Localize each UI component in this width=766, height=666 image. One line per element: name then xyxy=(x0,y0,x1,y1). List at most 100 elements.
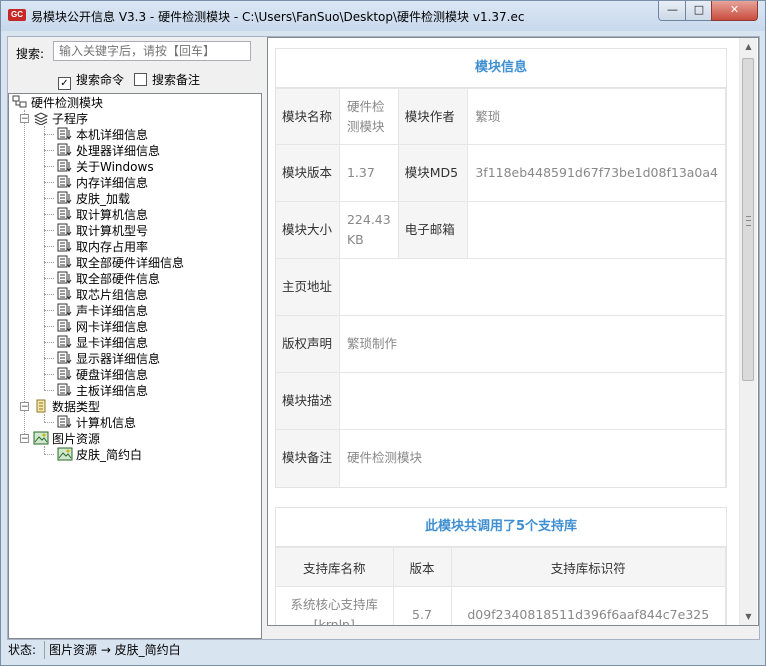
client-area: 搜索: ✓ 搜索命令 搜索备注 硬件检测模块 − 子程序 本机详细信息处理器详细信… xyxy=(7,36,760,640)
libraries-card: 此模块共调用了5个支持库 支持库名称 版本 支持库标识符 系统核心支持库 [kr… xyxy=(275,507,727,625)
tree-item[interactable]: 硬盘详细信息 xyxy=(57,367,148,383)
tree-item[interactable]: 取内存占用率 xyxy=(57,239,148,255)
tree-item-label: 皮肤_简约白 xyxy=(76,448,143,462)
vertical-scrollbar[interactable]: ▲ ▼ xyxy=(739,38,757,625)
tree-group-images[interactable]: 图片资源 xyxy=(33,431,100,447)
label-homepage: 主页地址 xyxy=(276,258,340,316)
tree-item[interactable]: 显卡详细信息 xyxy=(57,335,148,351)
tree-connector xyxy=(44,390,54,391)
libraries-title: 此模块共调用了5个支持库 xyxy=(276,508,726,547)
tree-item[interactable]: 显示器详细信息 xyxy=(57,351,160,367)
tree-connector xyxy=(44,454,54,455)
tree-connector xyxy=(44,150,54,151)
tree-connector xyxy=(44,294,54,295)
tree-item[interactable]: 声卡详细信息 xyxy=(57,303,148,319)
label-note: 模块备注 xyxy=(276,429,340,487)
search-notes-checkbox[interactable]: 搜索备注 xyxy=(134,73,200,87)
tree-item-label: 硬盘详细信息 xyxy=(76,368,149,382)
command-icon xyxy=(57,143,73,157)
tree-root-label: 硬件检测模块 xyxy=(31,96,104,110)
image-icon xyxy=(33,431,49,445)
tree-item-label: 声卡详细信息 xyxy=(76,304,149,318)
tree-item-label: 网卡详细信息 xyxy=(76,320,149,334)
tree-item[interactable]: 取计算机型号 xyxy=(57,223,148,239)
tree-item-label: 内存详细信息 xyxy=(76,176,149,190)
command-icon xyxy=(57,223,73,237)
tree-item-label: 取计算机信息 xyxy=(76,208,149,222)
command-icon xyxy=(57,335,73,349)
checkbox-unchecked-icon xyxy=(134,73,147,86)
scroll-down-arrow-icon[interactable]: ▼ xyxy=(740,608,757,625)
module-tree[interactable]: 硬件检测模块 − 子程序 本机详细信息 处理器详细信息 关于Windows 内存详细信… xyxy=(8,93,262,639)
collapse-images-toggle[interactable]: − xyxy=(20,434,29,444)
scroll-up-arrow-icon[interactable]: ▲ xyxy=(740,38,757,55)
tree-item[interactable]: 网卡详细信息 xyxy=(57,319,148,335)
label-copyright: 版权声明 xyxy=(276,315,340,373)
command-icon xyxy=(57,255,73,269)
label-module-name: 模块名称 xyxy=(276,88,340,145)
tree-item-label: 皮肤_加载 xyxy=(76,192,131,206)
command-icon xyxy=(57,383,73,397)
tree-group-datatypes[interactable]: 数据类型 xyxy=(33,399,100,415)
tree-connector xyxy=(44,230,54,231)
value-email xyxy=(467,201,726,259)
tree-item[interactable]: 取全部硬件详细信息 xyxy=(57,255,184,271)
status-label: 状态: xyxy=(8,643,37,657)
label-module-author: 模块作者 xyxy=(398,88,469,145)
scrollbar-thumb[interactable] xyxy=(742,58,754,381)
image-icon xyxy=(57,447,73,461)
tree-item-label: 取全部硬件详细信息 xyxy=(76,256,185,270)
command-icon xyxy=(57,415,73,429)
label-module-version: 模块版本 xyxy=(276,144,340,202)
status-value: 图片资源 → 皮肤_简约白 xyxy=(44,641,181,659)
collapse-datatypes-toggle[interactable]: − xyxy=(20,402,29,412)
collapse-subroutines-toggle[interactable]: − xyxy=(20,114,29,124)
close-button[interactable]: ✕ xyxy=(711,1,758,21)
command-icon xyxy=(57,367,73,381)
minimize-button[interactable]: — xyxy=(658,1,687,21)
search-label: 搜索: xyxy=(16,47,45,61)
maximize-button[interactable]: □ xyxy=(685,1,713,21)
tree-item-label: 取全部硬件信息 xyxy=(76,272,161,286)
value-module-author: 繁琐 xyxy=(467,88,726,145)
search-commands-checkbox[interactable]: ✓ 搜索命令 xyxy=(58,73,124,90)
search-notes-label: 搜索备注 xyxy=(152,73,201,87)
tree-connector xyxy=(44,310,54,311)
tree-item[interactable]: 取计算机信息 xyxy=(57,207,148,223)
tree-item[interactable]: 皮肤_简约白 xyxy=(57,447,142,463)
tree-item[interactable]: 主板详细信息 xyxy=(57,383,148,399)
tree-connector xyxy=(44,358,54,359)
command-icon xyxy=(57,351,73,365)
tree-item[interactable]: 取全部硬件信息 xyxy=(57,271,160,287)
command-icon xyxy=(57,175,73,189)
module-info-card: 模块信息 模块名称 硬件检测模块 模块作者 繁琐 模块版本 1.37 模块MD5… xyxy=(275,48,727,488)
tree-connector xyxy=(24,110,25,438)
detail-pane[interactable]: 模块信息 模块名称 硬件检测模块 模块作者 繁琐 模块版本 1.37 模块MD5… xyxy=(267,37,759,626)
tree-connector xyxy=(44,214,54,215)
tree-item-label: 显卡详细信息 xyxy=(76,336,149,350)
tree-connector xyxy=(44,374,54,375)
tree-item[interactable]: 计算机信息 xyxy=(57,415,136,431)
command-icon xyxy=(57,287,73,301)
tree-item[interactable]: 取芯片组信息 xyxy=(57,287,148,303)
value-module-name: 硬件检测模块 xyxy=(339,88,399,145)
module-icon xyxy=(12,95,28,109)
search-input[interactable] xyxy=(53,41,251,61)
label-email: 电子邮箱 xyxy=(398,201,469,259)
title-bar[interactable]: GC 易模块公开信息 V3.3 - 硬件检测模块 - C:\Users\FanS… xyxy=(1,1,765,31)
tree-group-label: 子程序 xyxy=(52,112,89,126)
tree-item[interactable]: 处理器详细信息 xyxy=(57,143,160,159)
tree-connector xyxy=(44,182,54,183)
tree-item[interactable]: 关于Windows xyxy=(57,159,154,175)
tree-item[interactable]: 本机详细信息 xyxy=(57,127,148,143)
column-header: 版本 xyxy=(393,547,452,587)
tree-item[interactable]: 内存详细信息 xyxy=(57,175,148,191)
tree-item-label: 取内存占用率 xyxy=(76,240,149,254)
tree-root[interactable]: 硬件检测模块 xyxy=(12,95,103,111)
tree-item[interactable]: 皮肤_加载 xyxy=(57,191,130,207)
value-module-version: 1.37 xyxy=(339,144,399,202)
tree-group-subroutines[interactable]: 子程序 xyxy=(33,111,88,127)
library-version-cell: 5.7 xyxy=(393,586,452,625)
command-icon xyxy=(57,319,73,333)
app-logo-icon: GC xyxy=(8,9,26,21)
